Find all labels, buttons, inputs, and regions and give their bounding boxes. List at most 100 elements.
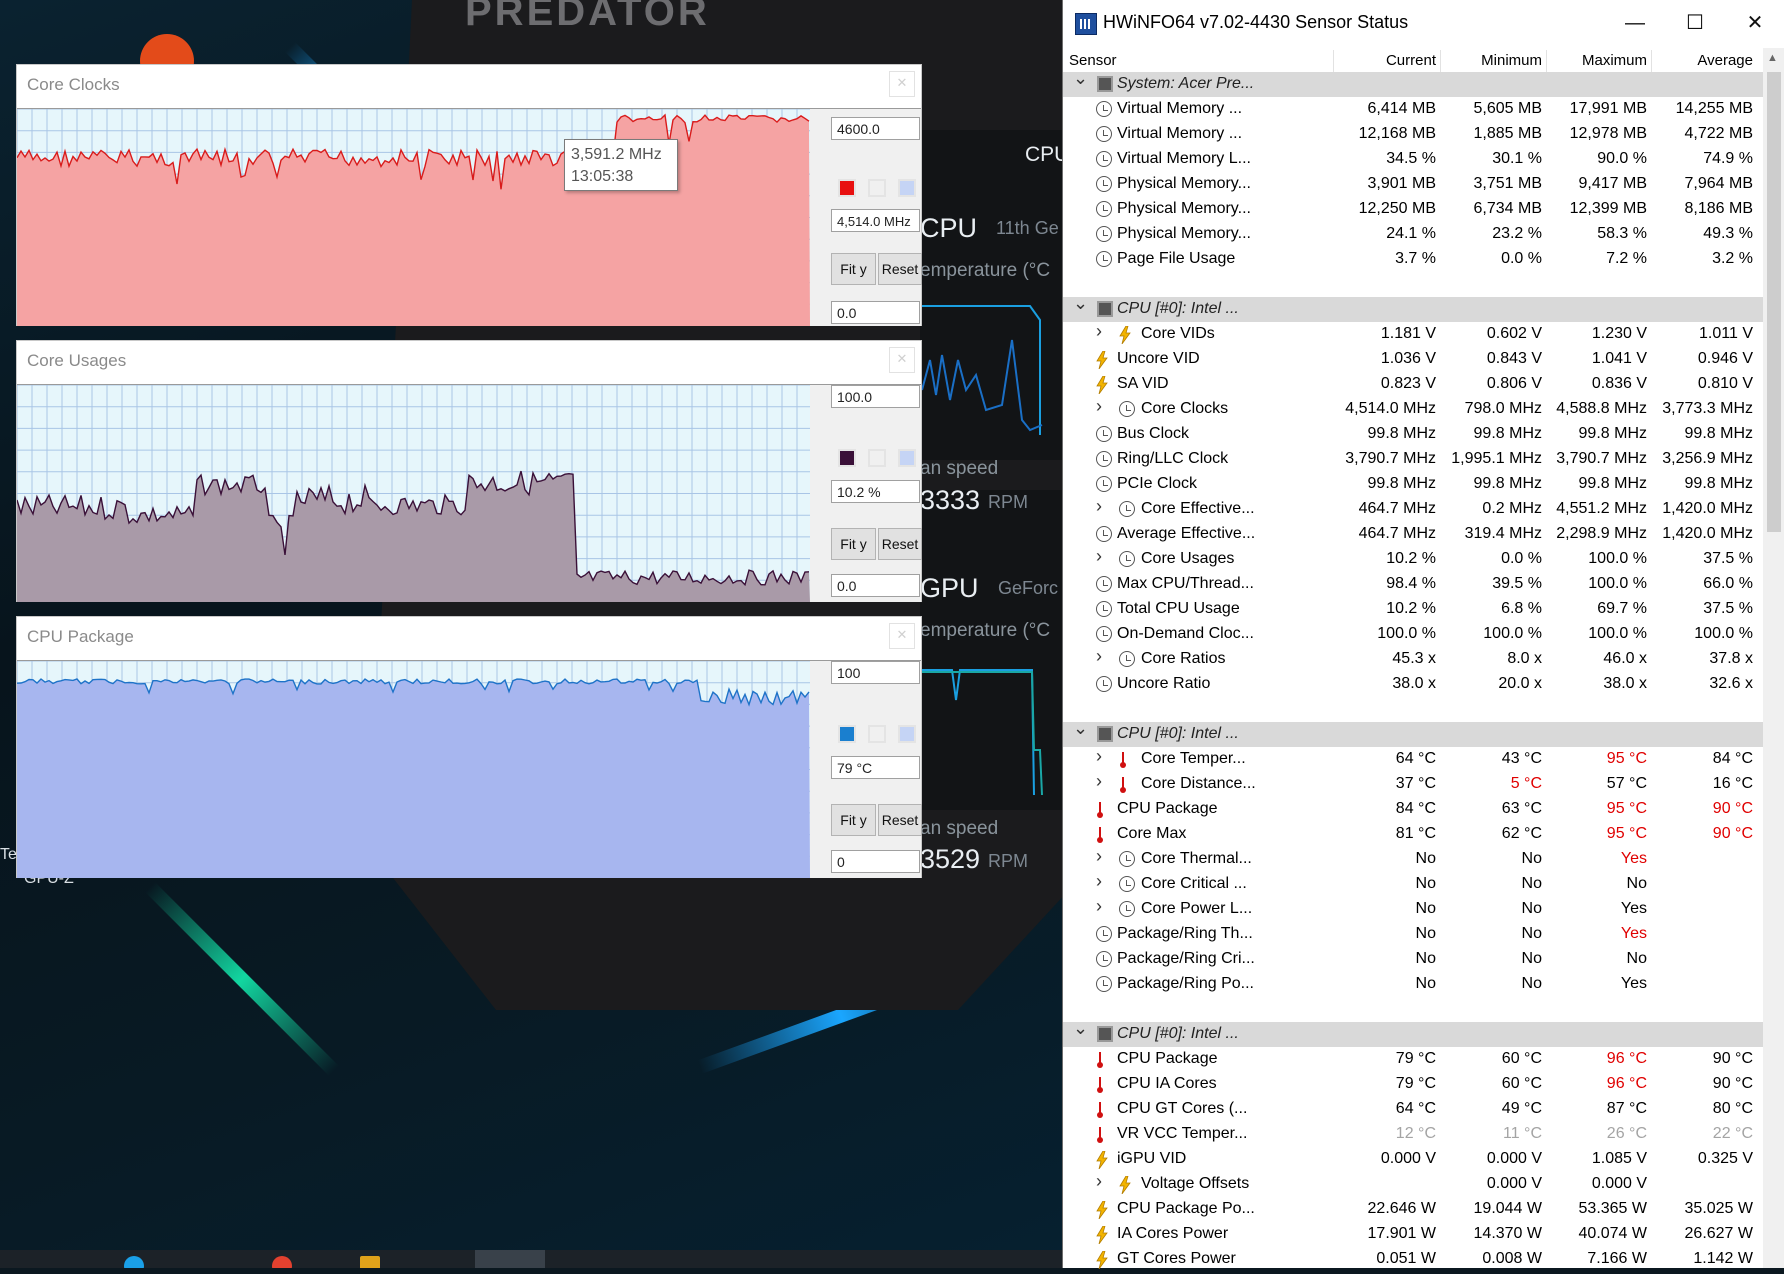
clock-icon: [1096, 576, 1112, 592]
expand-chevron-icon[interactable]: ›: [1096, 546, 1112, 567]
sensor-row[interactable]: Virtual Memory L... 34.5 % 30.1 % 90.0 % 74.…: [1063, 147, 1763, 172]
graph-max-input[interactable]: 100: [831, 661, 920, 684]
sensor-row[interactable]: Page File Usage 3.7 % 0.0 % 7.2 % 3.2 %: [1063, 247, 1763, 272]
sensor-row[interactable]: IA Cores Power 17.901 W 14.370 W 40.074 W 26…: [1063, 1222, 1763, 1247]
sensor-row[interactable]: › Core Ratios 45.3 x 8.0 x 46.0 x 37.8 x: [1063, 646, 1763, 672]
sensor-row[interactable]: › Core Critical ... No No No: [1063, 871, 1763, 897]
sensor-row[interactable]: Average Effective... 464.7 MHz 319.4 MHz 2,…: [1063, 522, 1763, 547]
column-header-average[interactable]: Average: [1652, 52, 1753, 69]
reset-button[interactable]: Reset: [878, 253, 922, 285]
color-swatch[interactable]: [898, 449, 916, 467]
sensor-row[interactable]: Package/Ring Cri... No No No: [1063, 947, 1763, 972]
color-swatch[interactable]: [868, 725, 886, 743]
close-icon[interactable]: ✕: [1725, 0, 1784, 46]
column-header-maximum[interactable]: Maximum: [1547, 52, 1647, 69]
sensor-row[interactable]: CPU Package 79 °C 60 °C 96 °C 90 °C: [1063, 1047, 1763, 1072]
expand-chevron-icon[interactable]: ›: [1096, 746, 1112, 767]
expand-chevron-icon[interactable]: ›: [1096, 646, 1112, 667]
graph-max-input[interactable]: 4600.0: [831, 117, 920, 140]
sensor-row[interactable]: Uncore Ratio 38.0 x 20.0 x 38.0 x 32.6 x: [1063, 672, 1763, 697]
scroll-up-icon[interactable]: ▲: [1767, 52, 1778, 64]
color-swatch-selected[interactable]: [838, 449, 856, 467]
expand-chevron-icon[interactable]: ›: [1096, 496, 1112, 517]
graph-min-input[interactable]: 0.0: [831, 574, 920, 597]
column-header-current[interactable]: Current: [1334, 52, 1436, 69]
column-header-sensor[interactable]: Sensor: [1069, 52, 1117, 69]
window-titlebar[interactable]: HWiNFO64 v7.02-4430 Sensor Status — ☐ ✕: [1063, 0, 1784, 48]
sensor-row[interactable]: › Core Power L... No No Yes: [1063, 896, 1763, 922]
sensor-row[interactable]: › Core Clocks 4,514.0 MHz 798.0 MHz 4,588.8 …: [1063, 396, 1763, 422]
color-swatch[interactable]: [868, 179, 886, 197]
taskbar-folder-icon[interactable]: [360, 1256, 380, 1268]
collapse-chevron-icon[interactable]: ⌄: [1073, 68, 1089, 89]
sensor-row[interactable]: GT Cores Power 0.051 W 0.008 W 7.166 W 1.142…: [1063, 1247, 1763, 1272]
sensor-row[interactable]: VR VCC Temper... 12 °C 11 °C 26 °C 22 °C: [1063, 1122, 1763, 1147]
sensor-row[interactable]: Ring/LLC Clock 3,790.7 MHz 1,995.1 MHz 3,79…: [1063, 447, 1763, 472]
sensor-group-header[interactable]: ⌄ CPU [#0]: Intel ...: [1063, 718, 1763, 747]
expand-chevron-icon[interactable]: ›: [1096, 896, 1112, 917]
sensor-row[interactable]: On-Demand Cloc... 100.0 % 100.0 % 100.0 % 10…: [1063, 622, 1763, 647]
sensor-row[interactable]: › Core Effective... 464.7 MHz 0.2 MHz 4,551.…: [1063, 496, 1763, 522]
sensor-row[interactable]: Uncore VID 1.036 V 0.843 V 1.041 V 0.946 V: [1063, 347, 1763, 372]
column-header-minimum[interactable]: Minimum: [1441, 52, 1542, 69]
sensor-row[interactable]: Physical Memory... 12,250 MB 6,734 MB 12,39…: [1063, 197, 1763, 222]
sensor-group-header[interactable]: ⌄ CPU [#0]: Intel ...: [1063, 293, 1763, 322]
sensor-row[interactable]: Core Max 81 °C 62 °C 95 °C 90 °C: [1063, 822, 1763, 847]
collapse-chevron-icon[interactable]: ⌄: [1073, 1018, 1089, 1039]
graph-min-input[interactable]: 0: [831, 850, 920, 873]
sensor-row[interactable]: CPU IA Cores 79 °C 60 °C 96 °C 90 °C: [1063, 1072, 1763, 1097]
graph-min-input[interactable]: 0.0: [831, 301, 920, 324]
collapse-chevron-icon[interactable]: ⌄: [1073, 293, 1089, 314]
expand-chevron-icon[interactable]: ›: [1096, 846, 1112, 867]
sensor-group-header[interactable]: ⌄ System: Acer Pre...: [1063, 68, 1763, 97]
sensor-row[interactable]: Total CPU Usage 10.2 % 6.8 % 69.7 % 37.5 %: [1063, 597, 1763, 622]
reset-button[interactable]: Reset: [878, 528, 922, 560]
sensor-row[interactable]: Package/Ring Th... No No Yes: [1063, 922, 1763, 947]
reset-button[interactable]: Reset: [878, 804, 922, 836]
color-swatch-selected[interactable]: [838, 179, 856, 197]
expand-chevron-icon[interactable]: ›: [1096, 321, 1112, 342]
maximize-icon[interactable]: ☐: [1665, 0, 1725, 46]
sensor-row[interactable]: › Voltage Offsets 0.000 V 0.000 V: [1063, 1171, 1763, 1197]
close-icon[interactable]: ✕: [889, 347, 915, 373]
sensor-row[interactable]: Bus Clock 99.8 MHz 99.8 MHz 99.8 MHz 99.8 MH…: [1063, 422, 1763, 447]
sensor-row[interactable]: › Core Temper... 64 °C 43 °C 95 °C 84 °C: [1063, 746, 1763, 772]
expand-chevron-icon[interactable]: ›: [1096, 396, 1112, 417]
sensor-group-header[interactable]: ⌄ CPU [#0]: Intel ...: [1063, 1018, 1763, 1047]
fit-y-button[interactable]: Fit y: [831, 804, 876, 836]
sensor-row[interactable]: Package/Ring Po... No No Yes: [1063, 972, 1763, 997]
sensor-row[interactable]: › Core Thermal... No No Yes: [1063, 846, 1763, 872]
expand-chevron-icon[interactable]: ›: [1096, 1171, 1112, 1192]
sensor-row[interactable]: › Core VIDs 1.181 V 0.602 V 1.230 V 1.011 V: [1063, 321, 1763, 347]
scrollbar-thumb[interactable]: [1767, 72, 1781, 532]
close-icon[interactable]: ✕: [889, 71, 915, 97]
sensor-row[interactable]: Max CPU/Thread... 98.4 % 39.5 % 100.0 % 66.0…: [1063, 572, 1763, 597]
color-swatch[interactable]: [868, 449, 886, 467]
graph-max-input[interactable]: 100.0: [831, 385, 920, 408]
collapse-chevron-icon[interactable]: ⌄: [1073, 718, 1089, 739]
sensor-row[interactable]: › Core Usages 10.2 % 0.0 % 100.0 % 37.5 %: [1063, 546, 1763, 572]
sensor-row[interactable]: Virtual Memory ... 6,414 MB 5,605 MB 17,991…: [1063, 97, 1763, 122]
sensor-row[interactable]: iGPU VID 0.000 V 0.000 V 1.085 V 0.325 V: [1063, 1147, 1763, 1172]
expand-chevron-icon[interactable]: ›: [1096, 871, 1112, 892]
sensor-row[interactable]: SA VID 0.823 V 0.806 V 0.836 V 0.810 V: [1063, 372, 1763, 397]
fit-y-button[interactable]: Fit y: [831, 528, 876, 560]
expand-chevron-icon[interactable]: ›: [1096, 771, 1112, 792]
minimize-icon[interactable]: —: [1605, 0, 1665, 46]
sensor-row[interactable]: CPU Package 84 °C 63 °C 95 °C 90 °C: [1063, 797, 1763, 822]
vertical-scrollbar[interactable]: ▲: [1763, 48, 1784, 1268]
color-swatch[interactable]: [898, 725, 916, 743]
sensor-row[interactable]: Virtual Memory ... 12,168 MB 1,885 MB 12,97…: [1063, 122, 1763, 147]
sensor-row[interactable]: PCIe Clock 99.8 MHz 99.8 MHz 99.8 MHz 99.8 M…: [1063, 472, 1763, 497]
sensor-row[interactable]: CPU Package Po... 22.646 W 19.044 W 53.365 …: [1063, 1197, 1763, 1222]
close-icon[interactable]: ✕: [889, 623, 915, 649]
sensor-row[interactable]: Physical Memory... 24.1 % 23.2 % 58.3 % 49.3…: [1063, 222, 1763, 247]
sensor-row[interactable]: Physical Memory... 3,901 MB 3,751 MB 9,417 …: [1063, 172, 1763, 197]
color-swatch-selected[interactable]: [838, 725, 856, 743]
taskbar-active-app[interactable]: [475, 1250, 545, 1268]
fit-y-button[interactable]: Fit y: [831, 253, 876, 285]
desktop-icon-label[interactable]: Te: [0, 846, 17, 864]
sensor-row[interactable]: CPU GT Cores (... 64 °C 49 °C 87 °C 80 °C: [1063, 1097, 1763, 1122]
color-swatch[interactable]: [898, 179, 916, 197]
sensor-row[interactable]: › Core Distance... 37 °C 5 °C 57 °C 16 °C: [1063, 771, 1763, 797]
